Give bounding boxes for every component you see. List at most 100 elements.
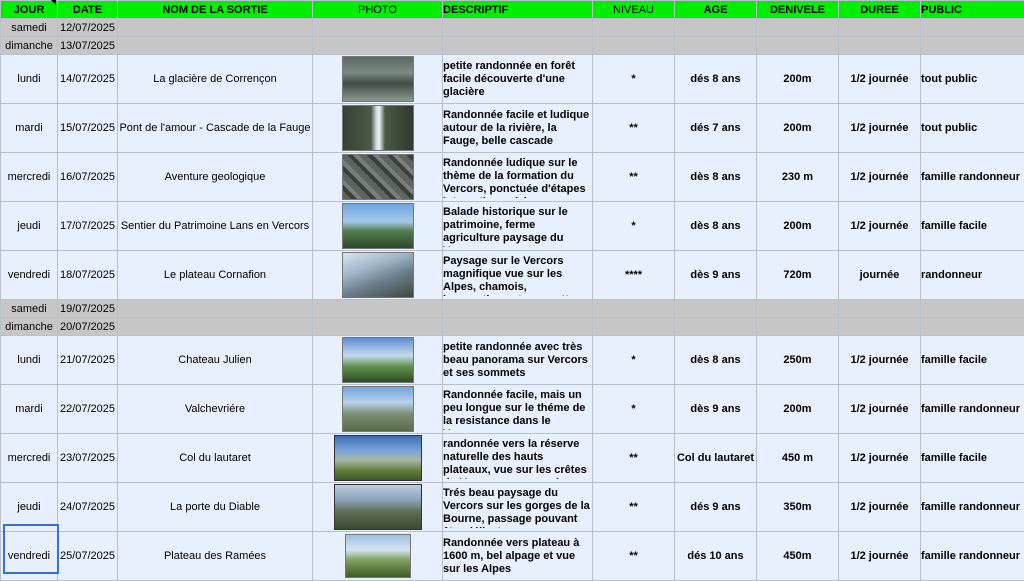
alpine-pasture-photo[interactable]: [345, 534, 411, 578]
photo-cell[interactable]: [313, 55, 443, 104]
elevation-cell[interactable]: 450m: [757, 532, 839, 581]
empty-cell[interactable]: [757, 300, 839, 318]
header-denivele[interactable]: DENIVELE: [757, 1, 839, 19]
empty-cell[interactable]: [757, 37, 839, 55]
duration-cell[interactable]: 1/2 journée: [839, 385, 921, 434]
day-cell[interactable]: mardi: [1, 385, 58, 434]
duration-cell[interactable]: 1/2 journée: [839, 104, 921, 153]
elevation-cell[interactable]: 450 m: [757, 434, 839, 483]
level-cell[interactable]: **: [593, 153, 675, 202]
day-cell[interactable]: mardi: [1, 104, 58, 153]
empty-cell[interactable]: [675, 318, 757, 336]
day-cell[interactable]: lundi: [1, 336, 58, 385]
photo-cell[interactable]: [313, 153, 443, 202]
date-cell[interactable]: 23/07/2025: [58, 434, 118, 483]
gorges-photo[interactable]: [334, 484, 422, 530]
empty-cell[interactable]: [757, 318, 839, 336]
name-cell[interactable]: Aventure geologique: [118, 153, 313, 202]
header-jour[interactable]: JOUR: [1, 1, 58, 19]
elevation-cell[interactable]: 200m: [757, 202, 839, 251]
description-cell[interactable]: Randonnée facile et ludique autour de la…: [443, 104, 593, 153]
empty-cell[interactable]: [118, 318, 313, 336]
name-cell[interactable]: Pont de l'amour - Cascade de la Fauge: [118, 104, 313, 153]
empty-cell[interactable]: [839, 19, 921, 37]
photo-cell[interactable]: [313, 532, 443, 581]
description-cell[interactable]: Balade historique sur le patrimoine, fer…: [443, 202, 593, 251]
elevation-cell[interactable]: 200m: [757, 385, 839, 434]
empty-cell[interactable]: [313, 318, 443, 336]
age-cell[interactable]: dés 10 ans: [675, 532, 757, 581]
photo-cell[interactable]: [313, 385, 443, 434]
name-cell[interactable]: Col du lautaret: [118, 434, 313, 483]
photo-cell[interactable]: [313, 434, 443, 483]
empty-cell[interactable]: [118, 300, 313, 318]
age-cell[interactable]: dès 8 ans: [675, 202, 757, 251]
age-cell[interactable]: dès 9 ans: [675, 251, 757, 300]
forest-glacier-photo[interactable]: [342, 56, 414, 102]
age-cell[interactable]: dès 8 ans: [675, 153, 757, 202]
header-duree[interactable]: DUREE: [839, 1, 921, 19]
duration-cell[interactable]: 1/2 journée: [839, 532, 921, 581]
age-cell[interactable]: dés 9 ans: [675, 483, 757, 532]
description-cell[interactable]: Randonnée facile, mais un peu longue sur…: [443, 385, 593, 434]
date-cell[interactable]: 24/07/2025: [58, 483, 118, 532]
audience-cell[interactable]: tout public: [921, 104, 1024, 153]
date-cell[interactable]: 19/07/2025: [58, 300, 118, 318]
header-descriptif[interactable]: DESCRIPTIF: [443, 1, 593, 19]
age-cell[interactable]: dès 8 ans: [675, 336, 757, 385]
empty-cell[interactable]: [313, 19, 443, 37]
date-cell[interactable]: 18/07/2025: [58, 251, 118, 300]
date-cell[interactable]: 14/07/2025: [58, 55, 118, 104]
day-cell[interactable]: vendredi: [1, 251, 58, 300]
empty-cell[interactable]: [675, 19, 757, 37]
empty-cell[interactable]: [593, 318, 675, 336]
duration-cell[interactable]: 1/2 journée: [839, 336, 921, 385]
description-cell[interactable]: Randonnée vers plateau à 1600 m, bel alp…: [443, 532, 593, 581]
level-cell[interactable]: *: [593, 55, 675, 104]
audience-cell[interactable]: famille facile: [921, 336, 1024, 385]
day-cell[interactable]: dimanche: [1, 37, 58, 55]
date-cell[interactable]: 12/07/2025: [58, 19, 118, 37]
duration-cell[interactable]: journée: [839, 251, 921, 300]
empty-cell[interactable]: [313, 300, 443, 318]
level-cell[interactable]: **: [593, 104, 675, 153]
duration-cell[interactable]: 1/2 journée: [839, 153, 921, 202]
header-photo[interactable]: PHOTO: [313, 1, 443, 19]
empty-cell[interactable]: [118, 37, 313, 55]
day-cell[interactable]: lundi: [1, 55, 58, 104]
village-ruins-photo[interactable]: [342, 386, 414, 432]
audience-cell[interactable]: famille facile: [921, 202, 1024, 251]
empty-cell[interactable]: [757, 19, 839, 37]
empty-cell[interactable]: [593, 37, 675, 55]
elevation-cell[interactable]: 200m: [757, 104, 839, 153]
elevation-cell[interactable]: 350m: [757, 483, 839, 532]
empty-cell[interactable]: [443, 19, 593, 37]
level-cell[interactable]: ****: [593, 251, 675, 300]
audience-cell[interactable]: tout public: [921, 55, 1024, 104]
audience-cell[interactable]: famille randonneur: [921, 532, 1024, 581]
name-cell[interactable]: Valchevriére: [118, 385, 313, 434]
audience-cell[interactable]: famille facile: [921, 434, 1024, 483]
header-niveau[interactable]: NIVEAU: [593, 1, 675, 19]
date-cell[interactable]: 16/07/2025: [58, 153, 118, 202]
duration-cell[interactable]: 1/2 journée: [839, 202, 921, 251]
day-cell[interactable]: mercredi: [1, 153, 58, 202]
empty-cell[interactable]: [675, 37, 757, 55]
empty-cell[interactable]: [593, 19, 675, 37]
photo-cell[interactable]: [313, 202, 443, 251]
meadow-photo[interactable]: [342, 203, 414, 249]
empty-cell[interactable]: [839, 318, 921, 336]
empty-cell[interactable]: [921, 19, 1024, 37]
age-cell[interactable]: dés 8 ans: [675, 55, 757, 104]
day-cell[interactable]: samedi: [1, 19, 58, 37]
photo-cell[interactable]: [313, 104, 443, 153]
date-cell[interactable]: 13/07/2025: [58, 37, 118, 55]
empty-cell[interactable]: [839, 37, 921, 55]
empty-cell[interactable]: [839, 300, 921, 318]
name-cell[interactable]: Sentier du Patrimoine Lans en Vercors: [118, 202, 313, 251]
date-cell[interactable]: 15/07/2025: [58, 104, 118, 153]
empty-cell[interactable]: [921, 318, 1024, 336]
elevation-cell[interactable]: 720m: [757, 251, 839, 300]
date-cell[interactable]: 21/07/2025: [58, 336, 118, 385]
level-cell[interactable]: **: [593, 434, 675, 483]
